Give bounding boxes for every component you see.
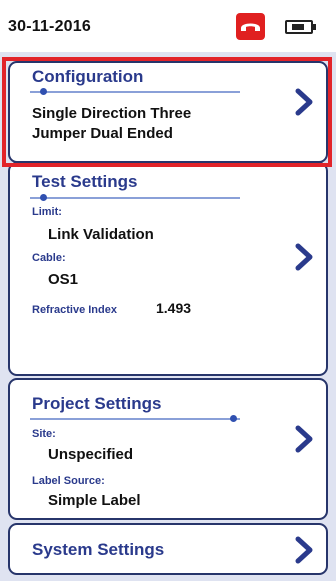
selection-highlight bbox=[2, 57, 332, 167]
test-settings-title: Test Settings bbox=[32, 172, 138, 191]
limit-label: Limit: bbox=[32, 206, 62, 218]
label-source-value: Simple Label bbox=[48, 492, 141, 509]
chevron-right-icon bbox=[295, 243, 313, 271]
cable-label: Cable: bbox=[32, 252, 66, 264]
chevron-right-icon bbox=[295, 425, 313, 453]
chevron-right-icon bbox=[295, 536, 313, 564]
test-settings-card[interactable]: Test Settings Limit: Link Validation Cab… bbox=[8, 162, 328, 376]
phone-hangup-icon[interactable] bbox=[236, 13, 265, 40]
system-settings-title: System Settings bbox=[32, 540, 165, 559]
site-label: Site: bbox=[32, 428, 56, 440]
battery-icon bbox=[285, 20, 316, 34]
limit-value: Link Validation bbox=[48, 226, 154, 243]
refractive-index-value: 1.493 bbox=[156, 300, 192, 316]
refractive-index-label: Refractive Index bbox=[32, 304, 117, 316]
project-settings-card[interactable]: Project Settings Site: Unspecified Label… bbox=[8, 378, 328, 520]
date-label: 30-11-2016 bbox=[8, 18, 91, 35]
system-settings-card[interactable]: System Settings bbox=[8, 523, 328, 575]
project-settings-title: Project Settings bbox=[32, 394, 162, 413]
site-value: Unspecified bbox=[48, 446, 134, 463]
title-divider bbox=[30, 194, 240, 201]
status-bar: 30-11-2016 bbox=[0, 0, 336, 52]
title-divider bbox=[30, 415, 240, 422]
label-source-label: Label Source: bbox=[32, 475, 105, 487]
cable-value: OS1 bbox=[48, 271, 79, 288]
